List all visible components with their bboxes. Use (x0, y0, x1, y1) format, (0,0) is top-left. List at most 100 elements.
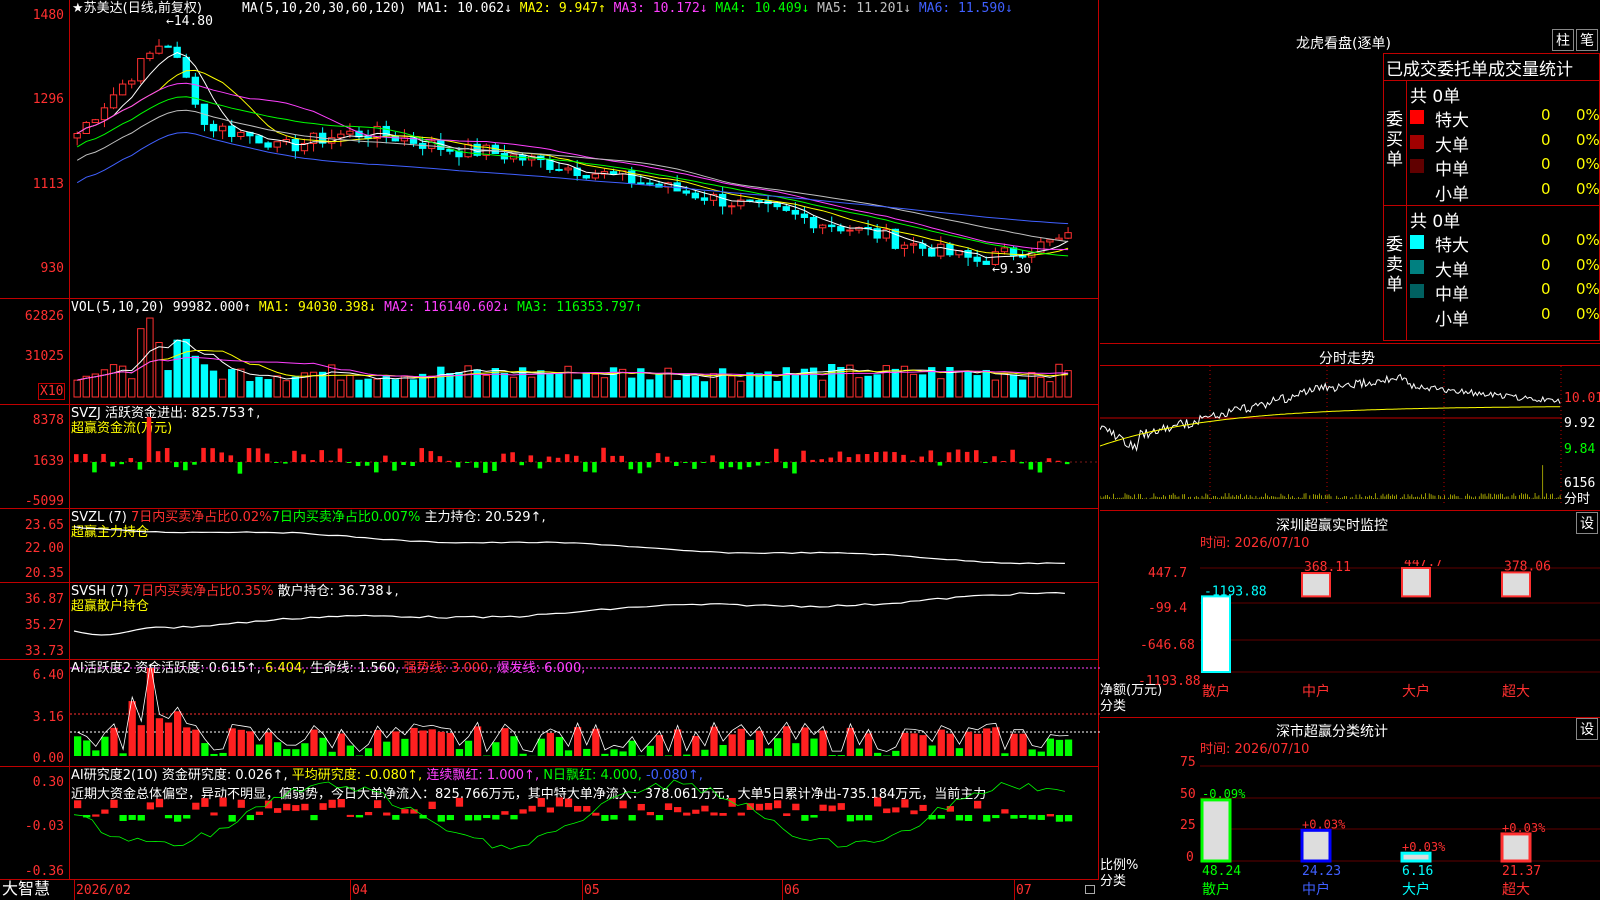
volume-bar (382, 375, 390, 398)
activity-bar (83, 740, 91, 756)
candle-body (164, 45, 172, 48)
svzj-bar (755, 462, 761, 466)
y-tick-930: 930 (40, 261, 64, 276)
activity-bar (710, 726, 718, 756)
activity-bar (1064, 739, 1073, 756)
bar-mode-button[interactable]: 柱 (1552, 29, 1574, 51)
svzj-bar (483, 462, 488, 473)
activity-bar (201, 743, 209, 756)
research-bar (183, 815, 191, 819)
st-xlabel: 分类 (1100, 874, 1127, 889)
svzj-bar (646, 462, 652, 468)
research-bar (628, 815, 636, 821)
activity-bar (101, 736, 109, 756)
volume-bar (173, 339, 181, 398)
ma-value-ma5: MA5: 11.201↓ (817, 1, 919, 16)
activity-bar (628, 740, 636, 756)
candle-body (1064, 232, 1072, 239)
research-bar (492, 815, 500, 820)
volume-bar (1009, 374, 1018, 398)
volume-bar (255, 376, 263, 398)
sz-cat-label: 大户 (1402, 683, 1430, 700)
volume-bar (537, 370, 545, 398)
svzj-bar (319, 450, 324, 462)
activity-bar (192, 729, 200, 756)
activity-bar (310, 729, 318, 756)
activity-bar (601, 753, 609, 756)
activity-bar (455, 749, 464, 756)
ma-value-ma6: MA6: 11.590↓ (918, 1, 1013, 16)
svzj-bar (201, 447, 206, 462)
volume-bar (718, 368, 727, 398)
activity-bar (801, 727, 809, 756)
research-bar (174, 815, 182, 822)
activity-bar (228, 728, 236, 756)
research-bar (501, 811, 509, 815)
activity-bar (574, 727, 582, 756)
research-bar (392, 815, 400, 820)
research-bar (637, 803, 645, 811)
svzj-bar (446, 460, 452, 462)
candle-body (900, 244, 909, 249)
activity-bar (1055, 739, 1064, 756)
activity-bar (746, 739, 754, 756)
sz-xlabel: 分类 (1100, 699, 1127, 714)
activity-bar (155, 718, 164, 756)
tick-mode-button[interactable]: 笔 (1576, 29, 1598, 51)
candle-body (118, 83, 127, 96)
lock-icon[interactable] (1085, 885, 1095, 894)
volume-bar (346, 374, 354, 398)
research-bar (219, 797, 227, 807)
research-bar (510, 815, 518, 820)
activity-bar (974, 733, 982, 756)
candle-body (773, 203, 781, 208)
research-bar (346, 814, 354, 817)
research-bar (74, 800, 82, 809)
activity-bar (555, 736, 564, 756)
research-bar (137, 815, 145, 821)
svzj-bar (610, 455, 615, 462)
activity-bar (255, 744, 264, 756)
vol-tick-1: 62826 (24, 309, 64, 324)
y-tick-1113: 1113 (32, 177, 64, 192)
chart-area[interactable]: ★苏美达(日线,前复权) MA(5,10,20,30,60,120) MA1: … (0, 0, 1100, 900)
sz-stats-settings-button[interactable]: 设 (1576, 718, 1598, 740)
candle-body (100, 107, 109, 121)
candle-body (218, 125, 227, 132)
research-bar (201, 798, 209, 807)
candle-body (718, 193, 727, 207)
activity-bar (264, 732, 273, 756)
research-bar (874, 797, 882, 807)
sz-bar-label: -1193.88 (1204, 584, 1267, 599)
research-line-green (73, 779, 1065, 850)
research-bar (1028, 815, 1036, 820)
volume-bar (109, 364, 118, 398)
buy-row-name: 小单 (1435, 184, 1469, 205)
activity-bar (128, 701, 136, 756)
sz-monitor-settings-button[interactable]: 设 (1576, 512, 1598, 534)
candle-body (891, 228, 900, 249)
volume-bar (264, 379, 272, 398)
activity-bar (92, 750, 100, 756)
activity-bar (755, 730, 764, 756)
volume-bar (209, 370, 218, 398)
svzj-bar (464, 462, 470, 463)
volume-bar (246, 380, 254, 398)
candle-chart (73, 39, 1072, 267)
activity-bar (164, 722, 173, 756)
sz-bar-label: 378.06 (1504, 560, 1551, 574)
st-y4: 0 (1186, 850, 1194, 865)
candle-body (964, 250, 972, 258)
ma-value-ma3: MA3: 10.172↓ (613, 1, 716, 16)
svzj-bar (346, 462, 352, 463)
intraday-chart (1100, 366, 1562, 506)
svzj-bar (601, 447, 606, 462)
research-bar (355, 815, 364, 818)
ma6-line (76, 131, 1069, 225)
volume-bar (700, 381, 709, 398)
activity-bar (337, 733, 345, 756)
volume-bar (773, 380, 781, 398)
volume-bar (73, 379, 81, 398)
volume-bar (164, 370, 172, 398)
svzj-bar (110, 462, 115, 467)
